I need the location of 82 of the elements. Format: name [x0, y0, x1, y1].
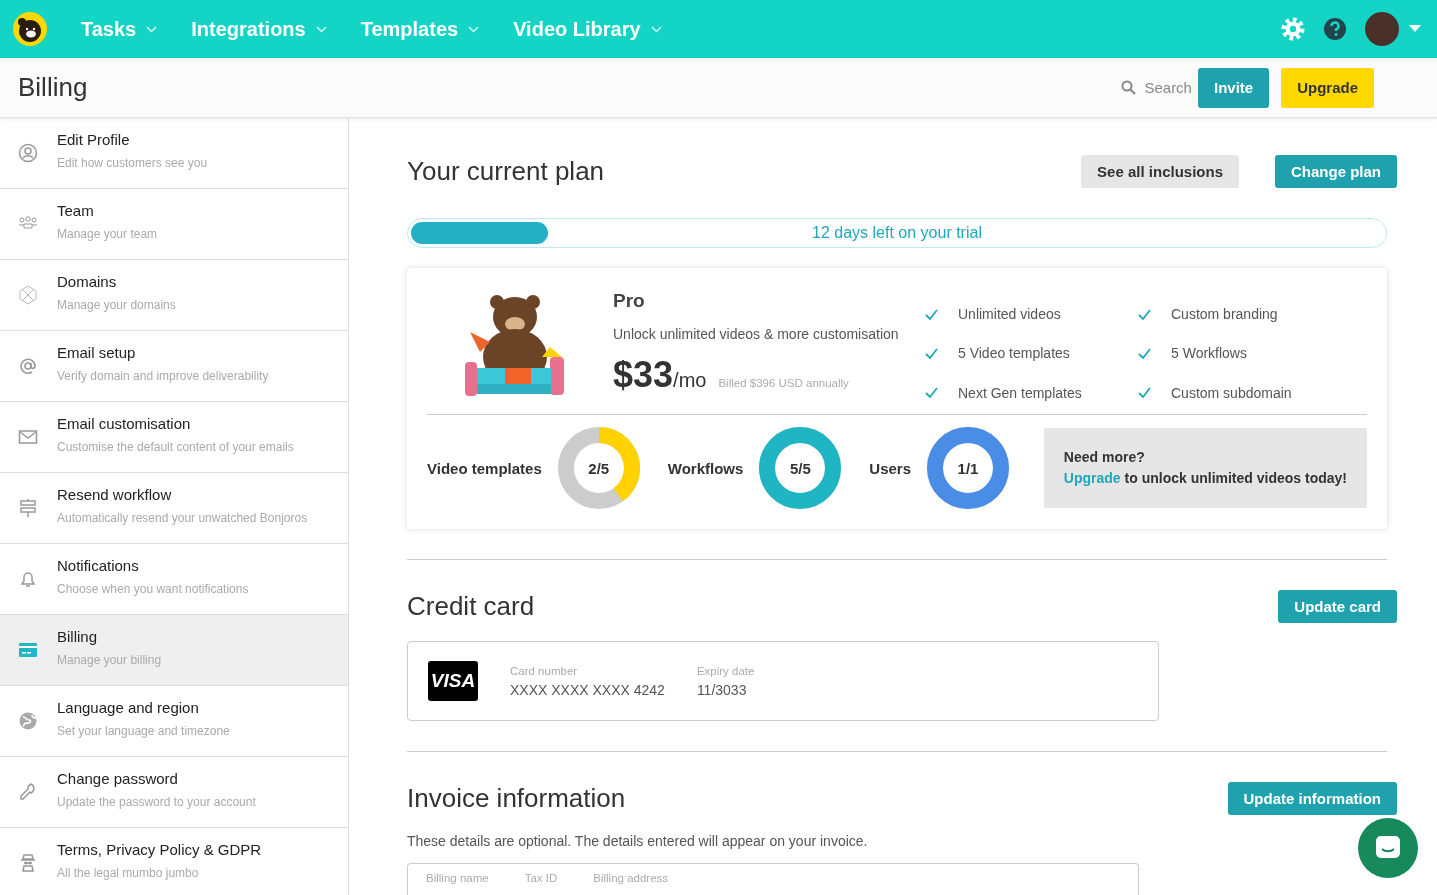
- chevron-down-icon: [468, 25, 480, 33]
- check-icon: [925, 348, 938, 359]
- sidebar-item-subtitle: Set your language and timezone: [57, 724, 230, 738]
- chevron-down-icon: [315, 25, 327, 33]
- section-title: Credit card: [407, 591, 536, 622]
- sidebar-item-subtitle: Choose when you want notifications: [57, 582, 249, 596]
- feature-text: 5 Workflows: [1171, 345, 1247, 362]
- check-icon: [1138, 387, 1151, 399]
- field-label: Tax ID: [524, 872, 558, 886]
- sidebar-item-subtitle: Customise the default content of your emails: [57, 440, 294, 454]
- usage-label: Video templates: [427, 459, 542, 477]
- card-icon: [18, 640, 38, 660]
- profile-icon: [18, 143, 38, 163]
- feature-text: Next Gen templates: [958, 384, 1082, 401]
- feature-text: Unlimited videos: [958, 306, 1061, 323]
- plan-description: Unlock unlimited videos & more customisation: [613, 326, 900, 342]
- sidebar-item-title: Resend workflow: [57, 486, 173, 503]
- sidebar-item-title: Language and region: [57, 699, 200, 716]
- field-label: Billing address: [593, 872, 669, 886]
- trial-text: 12 days left on your trial: [812, 224, 982, 242]
- globe-icon: [18, 711, 38, 731]
- bell-icon: [18, 569, 38, 589]
- upgrade-button[interactable]: Upgrade: [1281, 67, 1374, 108]
- sidebar-item-subtitle: Manage your team: [57, 227, 158, 241]
- check-icon: [1138, 348, 1151, 359]
- sidebar-item-title: Terms, Privacy Policy & GDPR: [57, 841, 262, 858]
- sidebar-item-subtitle: Edit how customers see you: [57, 156, 208, 170]
- upsell-title: Need more?: [1063, 448, 1146, 467]
- feature-text: Custom subdomain: [1171, 384, 1292, 401]
- plan-name: Pro: [613, 290, 646, 312]
- sidebar-item-subtitle: Verify domain and improve deliverability: [57, 369, 269, 383]
- field-label: Billing name: [426, 872, 489, 886]
- sidebar-item-subtitle: All the legal mumbo jumbo: [57, 866, 200, 880]
- page-title: Billing: [18, 72, 89, 103]
- sidebar-item-subtitle: Automatically resend your unwatched Bonjoros: [57, 511, 308, 525]
- sidebar-item-subtitle: Manage your domains: [57, 298, 176, 312]
- usage-reading: 1/1: [957, 459, 979, 477]
- usage-label: Users: [869, 459, 912, 477]
- chat-button[interactable]: [1358, 818, 1418, 878]
- avatar[interactable]: [1365, 12, 1399, 46]
- sidebar-item-title: Domains: [57, 273, 118, 290]
- field-label: Card number: [510, 664, 579, 677]
- field-value: 11/3033: [696, 681, 748, 698]
- chevron-down-icon: [146, 25, 158, 33]
- billing-note: Billed $396 USD annually: [718, 377, 849, 389]
- sidebar-item-title: Change password: [57, 770, 179, 787]
- key-icon: [18, 782, 38, 802]
- field-label: Expiry date: [696, 664, 755, 677]
- help-icon[interactable]: [1321, 15, 1349, 43]
- bear-logo-icon[interactable]: [13, 12, 47, 46]
- sidebar-item-title: Team: [57, 202, 95, 219]
- search-icon[interactable]: [1121, 80, 1137, 95]
- sidebar-item-title: Edit Profile: [57, 131, 131, 148]
- check-icon: [925, 308, 938, 320]
- section-title: Invoice information: [407, 783, 627, 814]
- search-label[interactable]: Search: [1144, 79, 1192, 96]
- usage-label: Workflows: [667, 459, 744, 477]
- sidebar-item-subtitle: Update the password to your account: [57, 795, 256, 809]
- mail-icon: [18, 427, 38, 447]
- sidebar-item-title: Billing: [57, 628, 99, 645]
- sidebar-item[interactable]: Billing Manage your billing: [0, 615, 348, 686]
- card-brand-logo: VISA: [428, 661, 478, 701]
- field-value: XXXX XXXX XXXX 4242: [510, 681, 665, 698]
- sidebar-item-title: Email setup: [57, 344, 137, 361]
- sidebar-item-subtitle: Manage your billing: [57, 653, 162, 667]
- domain-icon: [18, 285, 38, 305]
- check-icon: [1138, 308, 1151, 320]
- usage-reading: 5/5: [789, 459, 811, 477]
- usage-reading: 2/5: [588, 459, 610, 477]
- at-icon: [18, 356, 38, 376]
- feature-text: 5 Video templates: [958, 345, 1070, 362]
- signpost-icon: [18, 498, 38, 518]
- chevron-down-icon: [650, 25, 662, 33]
- feature-text: Custom branding: [1171, 306, 1278, 323]
- see-inclusions-button[interactable]: See all inclusions: [1081, 155, 1239, 188]
- check-icon: [925, 387, 938, 399]
- sidebar-item-title: Email customisation: [57, 415, 192, 432]
- sidebar-item-title: Notifications: [57, 557, 140, 574]
- invoice-note: These details are optional. The details entered will appear on your invoice.: [407, 833, 869, 849]
- plan-price: $33/mo: [613, 354, 707, 396]
- section-title: Your current plan: [407, 156, 606, 187]
- upsell-text: Upgrade to unlock unlimited videos today!: [1063, 469, 1347, 488]
